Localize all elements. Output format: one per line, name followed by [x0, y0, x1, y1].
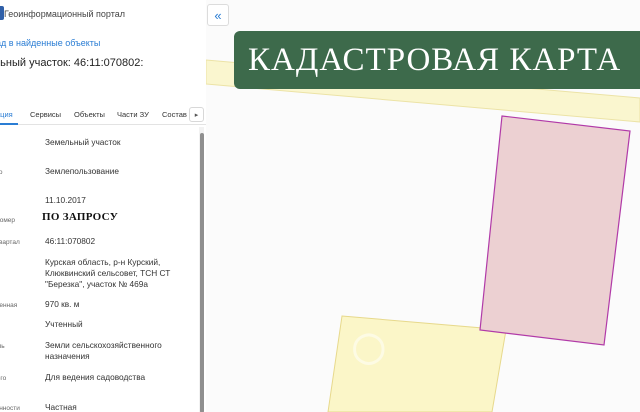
tab-bar: ация Сервисы Объекты Части ЗУ Состав: [0, 103, 206, 125]
cadastral-map-banner: КАДАСТРОВАЯ КАРТА: [234, 31, 640, 89]
on-request-stamp: ПО ЗАПРОСУ: [42, 211, 119, 223]
tab-objects[interactable]: Объекты: [74, 110, 105, 119]
chevron-right-icon: ▸: [194, 111, 199, 119]
attribute-key: ьного: [0, 169, 3, 176]
attribute-value-object-type: Земельный участок: [45, 137, 121, 147]
double-chevron-left-icon: «: [214, 7, 222, 23]
attribute-value-permitted-use: Для ведения садоводства: [45, 372, 146, 382]
attribute-value-ownership: Частная: [45, 402, 77, 412]
tabs-next-button[interactable]: ▸: [189, 107, 204, 122]
attribute-key: енного: [0, 375, 7, 382]
tab-composition[interactable]: Состав: [162, 110, 187, 119]
watermark-logo-icon: ◯: [352, 331, 396, 364]
collapse-panel-button[interactable]: «: [207, 4, 229, 26]
tab-information[interactable]: ация: [0, 110, 13, 119]
attribute-value-subtype: Землепользование: [45, 166, 119, 176]
attribute-value-date: 11.10.2017: [45, 195, 86, 205]
attribute-value-area: 970 кв. м: [45, 299, 80, 309]
object-title: ельный участок: 46:11:070802:: [0, 57, 144, 69]
attribute-value-status: Учтенный: [45, 319, 83, 329]
selected-parcel[interactable]: [479, 115, 631, 346]
scrollbar-thumb[interactable]: [200, 133, 204, 412]
attribute-value-address: Курская область, р-н Курский, Клюквински…: [45, 257, 171, 289]
attribute-key: ый номер: [0, 217, 16, 224]
attribute-key: емель: [0, 343, 5, 350]
active-tab-indicator: [0, 123, 18, 125]
attribute-key: точненная: [0, 302, 18, 309]
attribute-value-cadastral-quarter: 46:11:070802: [45, 236, 96, 246]
attribute-key: ственности: [0, 405, 20, 412]
back-to-results-link[interactable]: ад в найденные объекты: [0, 38, 100, 48]
tab-services[interactable]: Сервисы: [30, 110, 61, 119]
attribute-key: ый квартал: [0, 239, 20, 246]
app-title: Геоинформационный портал: [4, 9, 125, 19]
banner-title: КАДАСТРОВАЯ КАРТА: [248, 41, 622, 78]
info-panel: Геоинформационный портал ад в найденные …: [0, 0, 206, 412]
tab-parcel-parts[interactable]: Части ЗУ: [117, 110, 149, 119]
attribute-value-land-category: Земли сельскохозяйственного назначения: [45, 340, 162, 361]
